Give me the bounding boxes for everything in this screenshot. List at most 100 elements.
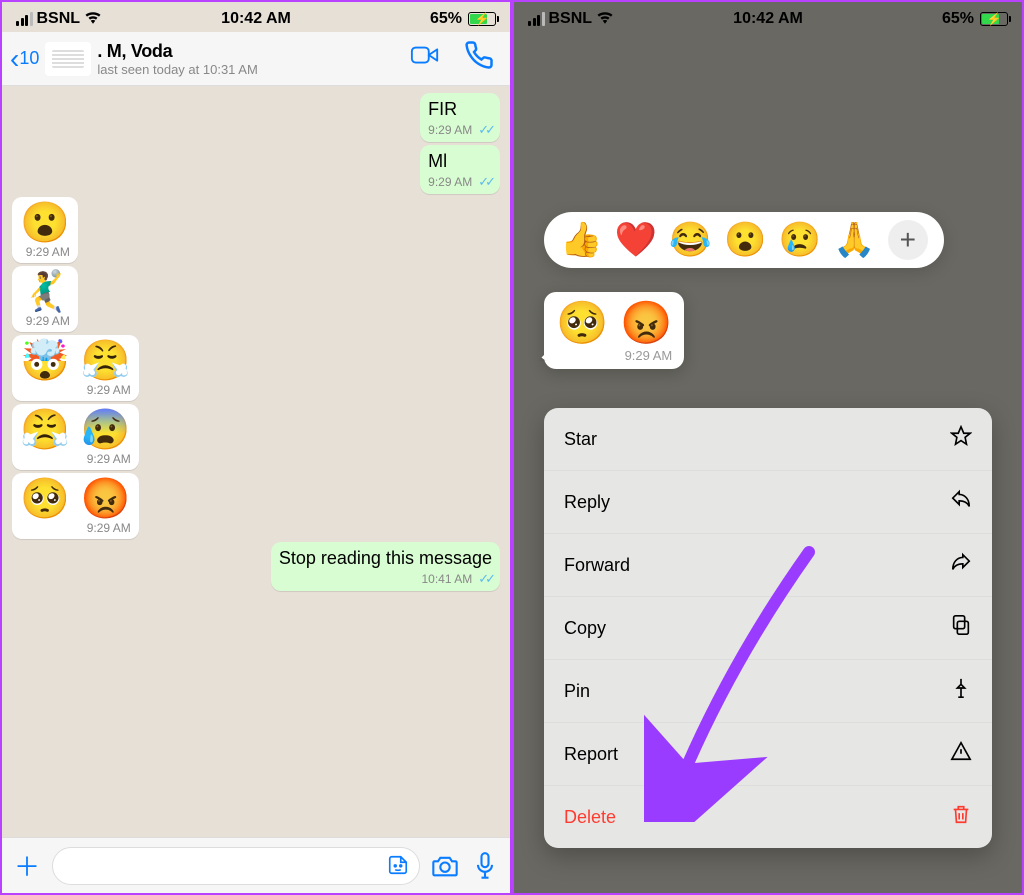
message-row[interactable]: FIR 9:29 AM ✓✓	[12, 93, 500, 142]
message-row[interactable]: 🤾‍♂️ 9:29 AM	[12, 266, 500, 332]
message-time: 9:29 AM	[26, 245, 70, 259]
menu-item-copy[interactable]: Copy	[544, 597, 992, 660]
message-meta: 9:29 AM ✓✓	[428, 174, 492, 190]
read-ticks-icon: ✓✓	[478, 571, 492, 587]
menu-item-label: Reply	[564, 492, 610, 513]
message-meta: 9:29 AM	[20, 383, 131, 397]
menu-item-label: Forward	[564, 555, 630, 576]
message-time: 9:29 AM	[428, 175, 472, 189]
battery-icon: ⚡	[980, 12, 1008, 26]
message-time: 9:29 AM	[428, 123, 472, 137]
message-time: 10:41 AM	[422, 572, 473, 586]
avatar[interactable]	[45, 42, 91, 76]
selected-message-time: 9:29 AM	[556, 348, 672, 363]
message-bubble[interactable]: FIR 9:29 AM ✓✓	[420, 93, 500, 142]
reaction-emoji[interactable]: ❤️	[615, 220, 657, 260]
read-ticks-icon: ✓✓	[478, 174, 492, 190]
read-ticks-icon: ✓✓	[478, 122, 492, 138]
menu-item-forward[interactable]: Forward	[544, 534, 992, 597]
menu-item-delete[interactable]: Delete	[544, 786, 992, 848]
message-meta: 9:29 AM ✓✓	[428, 122, 492, 138]
reaction-emoji[interactable]: 🙏	[833, 220, 875, 260]
video-call-button[interactable]	[410, 40, 440, 77]
pin-icon	[950, 677, 972, 705]
message-row[interactable]: Ml 9:29 AM ✓✓	[12, 145, 500, 194]
message-row[interactable]: 🥺 😡 9:29 AM	[12, 473, 500, 539]
sticker-icon[interactable]	[387, 854, 409, 882]
message-emoji: 🤾‍♂️	[20, 272, 70, 312]
menu-item-label: Pin	[564, 681, 590, 702]
message-bubble[interactable]: 🤯 😤 9:29 AM	[12, 335, 139, 401]
message-emoji: 😤 😰	[20, 410, 131, 450]
message-input[interactable]	[52, 847, 420, 885]
message-text: Stop reading this message	[279, 548, 492, 569]
reaction-emoji[interactable]: 😂	[669, 220, 711, 260]
chat-header: ‹ 10 . M, Voda last seen today at 10:31 …	[2, 32, 510, 86]
menu-item-label: Copy	[564, 618, 606, 639]
menu-item-label: Star	[564, 429, 597, 450]
star-icon	[950, 425, 972, 453]
phone-left-chat: BSNL 10:42 AM 65% ⚡ ‹ 10 . M, Voda last …	[0, 0, 512, 895]
reaction-emoji[interactable]: 👍	[560, 220, 602, 260]
message-emoji: 🥺 😡	[20, 479, 131, 519]
reaction-bar: 👍 ❤️ 😂 😮 😢 🙏 +	[544, 212, 944, 268]
message-meta: 9:29 AM	[20, 314, 70, 328]
menu-item-pin[interactable]: Pin	[544, 660, 992, 723]
message-meta: 9:29 AM	[20, 521, 131, 535]
chat-name: . M, Voda	[97, 41, 402, 62]
selected-message-bubble[interactable]: 🥺 😡 9:29 AM	[544, 292, 684, 369]
message-emoji: 🤯 😤	[20, 341, 131, 381]
back-count: 10	[19, 48, 39, 69]
status-bar: BSNL 10:42 AM 65% ⚡	[2, 2, 510, 32]
chat-title-block[interactable]: . M, Voda last seen today at 10:31 AM	[97, 41, 402, 77]
message-meta: 9:29 AM	[20, 452, 131, 466]
message-row[interactable]: 🤯 😤 9:29 AM	[12, 335, 500, 401]
message-bubble[interactable]: 🤾‍♂️ 9:29 AM	[12, 266, 78, 332]
menu-item-reply[interactable]: Reply	[544, 471, 992, 534]
message-time: 9:29 AM	[87, 452, 131, 466]
forward-icon	[950, 551, 972, 579]
menu-item-star[interactable]: Star	[544, 408, 992, 471]
menu-item-report[interactable]: Report	[544, 723, 992, 786]
reaction-emoji[interactable]: 😮	[724, 220, 766, 260]
attach-button[interactable]: ＋	[12, 847, 42, 884]
voice-call-button[interactable]	[464, 40, 494, 77]
back-button[interactable]: ‹ 10	[10, 48, 39, 69]
phone-right-context-menu: BSNL 10:42 AM 65% ⚡ 👍 ❤️ 😂 😮 😢 🙏 + 🥺 😡 9:29 AM…	[512, 0, 1024, 895]
report-icon	[950, 740, 972, 768]
battery-icon: ⚡	[468, 12, 496, 26]
more-reactions-button[interactable]: +	[888, 220, 928, 260]
message-bubble[interactable]: 😤 😰 9:29 AM	[12, 404, 139, 470]
status-bar: BSNL 10:42 AM 65% ⚡	[514, 2, 1022, 32]
copy-icon	[950, 614, 972, 642]
message-bubble[interactable]: 😮 9:29 AM	[12, 197, 78, 263]
menu-item-label: Delete	[564, 807, 616, 828]
message-list[interactable]: FIR 9:29 AM ✓✓ Ml 9:29 AM ✓✓ 😮 9:29 AM 🤾‍♂️ 9:29 …	[2, 86, 510, 837]
trash-icon	[950, 803, 972, 831]
context-menu: Star Reply Forward Copy Pin Report Delete	[544, 408, 992, 848]
message-text: FIR	[428, 99, 492, 120]
message-text: Ml	[428, 151, 492, 172]
reaction-emoji[interactable]: 😢	[779, 220, 821, 260]
selected-message-emoji: 🥺 😡	[556, 302, 672, 344]
clock-time: 10:42 AM	[514, 10, 1022, 28]
message-bubble[interactable]: Stop reading this message 10:41 AM ✓✓	[271, 542, 500, 591]
message-bubble[interactable]: Ml 9:29 AM ✓✓	[420, 145, 500, 194]
message-bubble[interactable]: 🥺 😡 9:29 AM	[12, 473, 139, 539]
reply-icon	[950, 488, 972, 516]
menu-item-label: Report	[564, 744, 618, 765]
message-time: 9:29 AM	[87, 383, 131, 397]
message-meta: 10:41 AM ✓✓	[279, 571, 492, 587]
clock-time: 10:42 AM	[2, 10, 510, 28]
camera-button[interactable]	[430, 854, 460, 878]
message-meta: 9:29 AM	[20, 245, 70, 259]
message-time: 9:29 AM	[87, 521, 131, 535]
composer-bar: ＋	[2, 837, 510, 893]
message-row[interactable]: Stop reading this message 10:41 AM ✓✓	[12, 542, 500, 591]
message-time: 9:29 AM	[26, 314, 70, 328]
message-row[interactable]: 😮 9:29 AM	[12, 197, 500, 263]
message-row[interactable]: 😤 😰 9:29 AM	[12, 404, 500, 470]
last-seen: last seen today at 10:31 AM	[97, 62, 402, 77]
message-emoji: 😮	[20, 203, 70, 243]
mic-button[interactable]	[470, 852, 500, 880]
